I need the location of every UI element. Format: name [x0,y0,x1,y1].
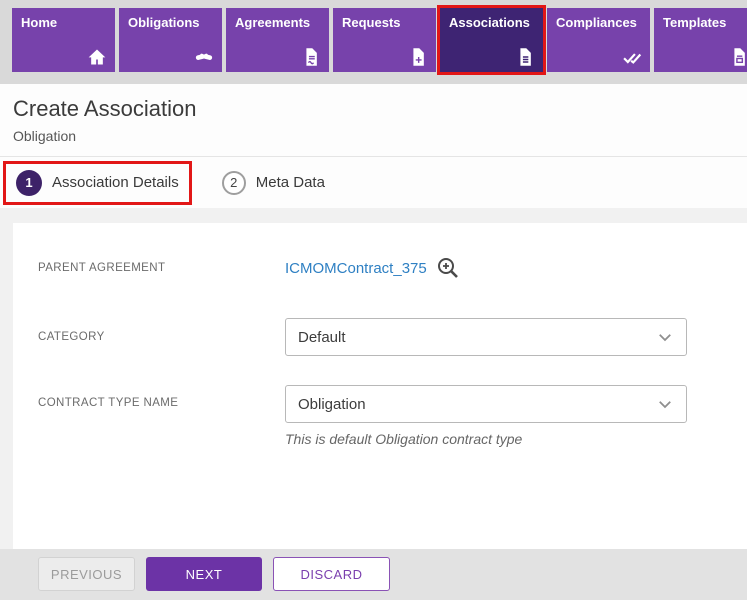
field-category: CATEGORY Default [13,318,747,356]
tab-requests[interactable]: Requests [333,8,436,72]
contract-type-helper-text: This is default Obligation contract type [285,431,687,447]
main-content: PARENT AGREEMENT ICMOMContract_375 CATEG… [0,208,747,549]
category-label: CATEGORY [38,331,285,343]
tab-agreements-label: Agreements [226,8,329,30]
contract-type-select-value: Obligation [298,396,656,413]
tab-home[interactable]: Home [12,8,115,72]
zoom-in-icon[interactable] [436,256,460,280]
step-association-details[interactable]: 1 Association Details [3,161,192,205]
field-contract-type-name: CONTRACT TYPE NAME Obligation This is de… [13,385,747,447]
tab-agreements[interactable]: Agreements [226,8,329,72]
tab-compliances[interactable]: Compliances [547,8,650,72]
tab-obligations[interactable]: Obligations [119,8,222,72]
check-double-icon [622,47,642,67]
home-icon [87,47,107,67]
file-signature-icon [301,47,321,67]
step-1-label: Association Details [52,174,179,191]
tab-templates[interactable]: Templates [654,8,747,72]
file-invoice-icon [729,47,747,67]
previous-button[interactable]: PREVIOUS [38,557,135,591]
discard-button[interactable]: DISCARD [273,557,390,591]
category-select-value: Default [298,329,656,346]
chevron-down-icon [656,328,674,346]
tab-templates-label: Templates [654,8,747,30]
wizard-stepper: 1 Association Details 2 Meta Data [0,157,747,208]
step-2-number: 2 [222,171,246,195]
handshake-icon [194,47,214,67]
contract-type-select[interactable]: Obligation [285,385,687,423]
chevron-down-icon [656,395,674,413]
file-plus-icon [408,47,428,67]
contract-type-name-label: CONTRACT TYPE NAME [38,397,285,409]
tab-associations[interactable]: Associations [440,8,543,72]
footer-action-bar: PREVIOUS NEXT DISCARD [0,549,747,600]
tab-requests-label: Requests [333,8,436,30]
tab-obligations-label: Obligations [119,8,222,30]
tab-home-label: Home [12,8,115,30]
page-title: Create Association [13,96,747,122]
category-select[interactable]: Default [285,318,687,356]
tab-associations-label: Associations [440,8,543,30]
parent-agreement-label: PARENT AGREEMENT [38,262,285,274]
file-lines-icon [515,47,535,67]
step-2-label: Meta Data [256,174,325,191]
page-subtitle: Obligation [13,128,747,144]
form-panel: PARENT AGREEMENT ICMOMContract_375 CATEG… [13,223,747,549]
tab-compliances-label: Compliances [547,8,650,30]
parent-agreement-link[interactable]: ICMOMContract_375 [285,260,427,277]
page-header: Create Association Obligation [0,84,747,157]
field-parent-agreement: PARENT AGREEMENT ICMOMContract_375 [13,253,747,283]
step-1-number: 1 [16,170,42,196]
next-button[interactable]: NEXT [146,557,262,591]
step-meta-data[interactable]: 2 Meta Data [222,171,325,195]
top-navigation: Home Obligations Agreements Requests [0,0,747,84]
